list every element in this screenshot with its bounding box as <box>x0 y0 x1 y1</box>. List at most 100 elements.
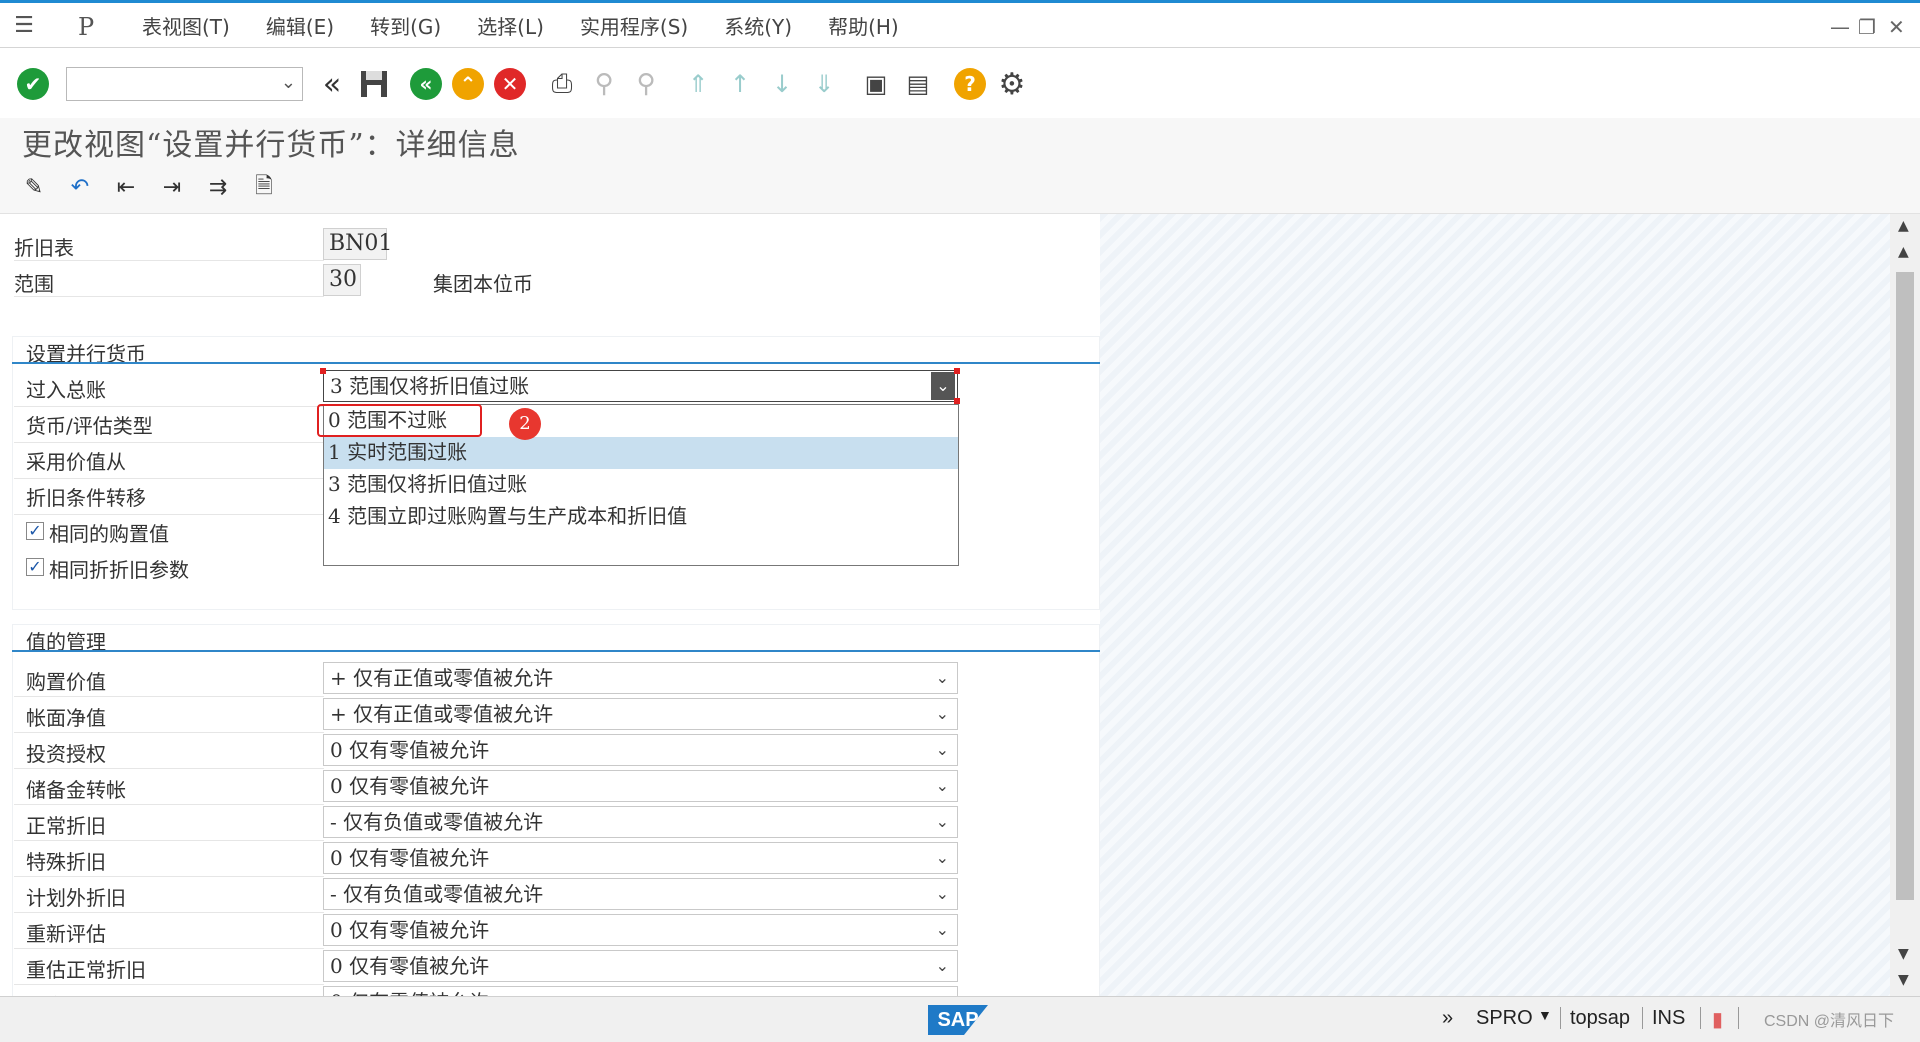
value-mgmt-select[interactable]: + 仅有正值或零值被允许 ⌄ <box>323 662 958 694</box>
maximize-icon[interactable]: ❐ <box>1858 15 1876 39</box>
expand-status-icon[interactable]: » <box>1442 1007 1453 1030</box>
menu-table-view[interactable]: 表视图(T) <box>142 11 230 40</box>
lock-icon: ▮ <box>1712 1009 1724 1031</box>
undo-icon[interactable]: ↶ <box>60 168 100 208</box>
chevron-down-icon[interactable]: ⌄ <box>936 915 949 945</box>
value-mgmt-select[interactable]: + 仅有正值或零值被允许 ⌄ <box>323 698 958 730</box>
minimize-icon[interactable]: — <box>1830 15 1850 39</box>
same-acq-value-checkbox[interactable]: ✓ <box>26 522 44 540</box>
help-icon[interactable]: ? <box>951 65 989 103</box>
chevron-down-icon[interactable]: ⌄ <box>936 879 949 909</box>
prev-page-icon[interactable]: ↑ <box>721 65 759 103</box>
server-name: topsap <box>1570 1007 1631 1029</box>
menu-goto[interactable]: 转到(G) <box>370 11 441 40</box>
scroll-down-icon[interactable]: ▼ <box>1898 972 1909 988</box>
menu-edit[interactable]: 编辑(E) <box>266 11 334 40</box>
chevron-down-icon[interactable]: ⌄ <box>936 735 949 765</box>
chevron-down-icon[interactable]: ⌄ <box>936 987 949 996</box>
chevron-down-icon[interactable]: ⌄ <box>936 807 949 837</box>
value-mgmt-label: 特殊折旧 <box>26 850 106 874</box>
chevron-down-icon[interactable]: ⌄ <box>936 951 949 981</box>
application-toolbar: ✎ ↶ ⇤ ⇥ ⇉ 🗎 <box>0 162 1920 214</box>
value-mgmt-select[interactable]: 0 仅有零值被允许 ⌄ <box>323 842 958 874</box>
save-icon[interactable] <box>355 65 393 103</box>
display-change-icon[interactable]: ✎ <box>14 168 54 208</box>
scroll-up-icon[interactable]: ▲ <box>1898 218 1909 234</box>
chevron-down-icon[interactable]: ⌄ <box>936 699 949 729</box>
previous-entry-icon[interactable]: ⇤ <box>106 168 146 208</box>
value-mgmt-value: - 仅有负值或零值被允许 <box>330 882 544 906</box>
chevron-down-icon[interactable]: ⌄ <box>936 771 949 801</box>
page-down-icon[interactable]: ▼ <box>1898 946 1909 962</box>
value-mgmt-select[interactable]: - 仅有负值或零值被允许 ⌄ <box>323 806 958 838</box>
chevron-down-icon[interactable]: ⌄ <box>281 72 296 93</box>
menu-system[interactable]: 系统(Y) <box>724 11 792 40</box>
back-icon[interactable]: « <box>313 65 351 103</box>
value-mgmt-select[interactable]: 0 仅有零值被允许⌄ <box>323 914 958 946</box>
command-field[interactable]: ⌄ <box>66 67 303 101</box>
close-window-icon[interactable]: ✕ <box>1888 15 1905 39</box>
value-mgmt-select[interactable]: 0 仅有零值被允许⌄ <box>323 950 958 982</box>
value-mgmt-select[interactable]: 0 仅有零值被允许⌄ <box>323 986 958 996</box>
value-mgmt-value: 0 仅有零值被允许 <box>330 846 490 870</box>
dropdown-option[interactable]: 3 范围仅将折旧值过账 <box>324 469 958 501</box>
chevron-down-icon[interactable]: ⌄ <box>936 663 949 693</box>
value-mgmt-label: 重估正常折旧 <box>26 958 146 982</box>
exit-icon[interactable]: ⌃ <box>449 65 487 103</box>
value-mgmt-label: 储备金转帐 <box>26 778 126 802</box>
value-mgmt-label: 帐面净值 <box>26 706 106 730</box>
chevron-down-icon[interactable]: ▼ <box>1538 1007 1552 1023</box>
post-to-gl-value: 3 范围仅将折旧值过账 <box>330 374 530 398</box>
last-page-icon[interactable]: ⇓ <box>805 65 843 103</box>
chevron-down-icon[interactable]: ⌄ <box>931 372 955 400</box>
status-bar: SAP » SPRO ▼ topsap INS ▮ CSDN @清风日下 <box>0 996 1920 1042</box>
next-entry-icon[interactable]: ⇥ <box>152 168 192 208</box>
same-depr-params-checkbox[interactable]: ✓ <box>26 558 44 576</box>
sap-p-icon[interactable]: P <box>78 13 106 41</box>
menu-bar: ☰ P 表视图(T) 编辑(E) 转到(G) 选择(L) 实用程序(S) 系统(… <box>0 0 1920 48</box>
scroll-thumb[interactable] <box>1896 272 1914 900</box>
chevron-down-icon[interactable]: ⌄ <box>936 843 949 873</box>
dropdown-option[interactable]: 1 实时范围过账 <box>324 437 958 469</box>
title-bar: 更改视图“设置并行货币”：详细信息 <box>0 118 1920 163</box>
value-mgmt-value: 0 仅有零值被允许 <box>330 738 490 762</box>
transaction-code: SPRO <box>1476 1007 1533 1029</box>
value-mgmt-label: 投资授权 <box>26 742 106 766</box>
print-icon[interactable]: ⎙ <box>543 65 581 103</box>
enter-icon[interactable]: ✔ <box>14 65 52 103</box>
value-mgmt-select[interactable]: - 仅有负值或零值被允许 ⌄ <box>323 878 958 910</box>
area-label: 范围 <box>14 272 54 296</box>
new-session-icon[interactable]: ▣ <box>857 65 895 103</box>
post-to-gl-select[interactable]: 3 范围仅将折旧值过账 ⌄ <box>323 370 958 402</box>
cancel-icon[interactable]: ✕ <box>491 65 529 103</box>
value-mgmt-select[interactable]: 0 仅有零值被允许⌄ <box>323 770 958 802</box>
menu-selection[interactable]: 选择(L) <box>477 11 544 40</box>
standard-toolbar: ✔ ⌄ « « ⌃ ✕ ⎙ ⚲ ⚲ ⇑ ↑ ↓ ⇓ ▣ ▤ ? ⚙ <box>0 48 1920 120</box>
transfer-depr-terms-label: 折旧条件转移 <box>26 486 146 510</box>
annotation-highlight-box <box>317 404 482 437</box>
value-mgmt-value: - 仅有负值或零值被允许 <box>330 810 544 834</box>
shortcut-icon[interactable]: ▤ <box>899 65 937 103</box>
back-green-icon[interactable]: « <box>407 65 445 103</box>
value-mgmt-label: 正常折旧 <box>26 814 106 838</box>
select-all-icon[interactable]: ⇉ <box>198 168 238 208</box>
value-mgmt-select[interactable]: 0 仅有零值被允许 ⌄ <box>323 734 958 766</box>
page-up-icon[interactable]: ▲ <box>1898 244 1909 260</box>
find-icon[interactable]: ⚲ <box>585 65 623 103</box>
value-mgmt-label: 重新评估 <box>26 922 106 946</box>
dropdown-option[interactable]: 4 范围立即过账购置与生产成本和折旧值 <box>324 501 958 533</box>
same-depr-params-label: 相同折折旧参数 <box>49 558 189 582</box>
input-mode: INS <box>1652 1007 1686 1029</box>
menu-help[interactable]: 帮助(H) <box>828 11 899 40</box>
app-menu-icon[interactable]: ☰ <box>10 13 38 38</box>
first-page-icon[interactable]: ⇑ <box>679 65 717 103</box>
background-pattern <box>1100 214 1890 996</box>
next-page-icon[interactable]: ↓ <box>763 65 801 103</box>
menu-utilities[interactable]: 实用程序(S) <box>580 11 688 40</box>
vertical-scrollbar[interactable]: ▲ ▲ ▼ ▼ <box>1890 214 1920 996</box>
settings-icon[interactable]: ⚙ <box>993 65 1031 103</box>
details-icon[interactable]: 🗎 <box>244 168 284 208</box>
main-content: 折旧表 BN01 范围 30 集团本位币 设置并行货币 过入总账 3 范围仅将折… <box>0 214 1890 996</box>
currency-type-label: 货币/评估类型 <box>26 414 153 438</box>
find-next-icon[interactable]: ⚲ <box>627 65 665 103</box>
